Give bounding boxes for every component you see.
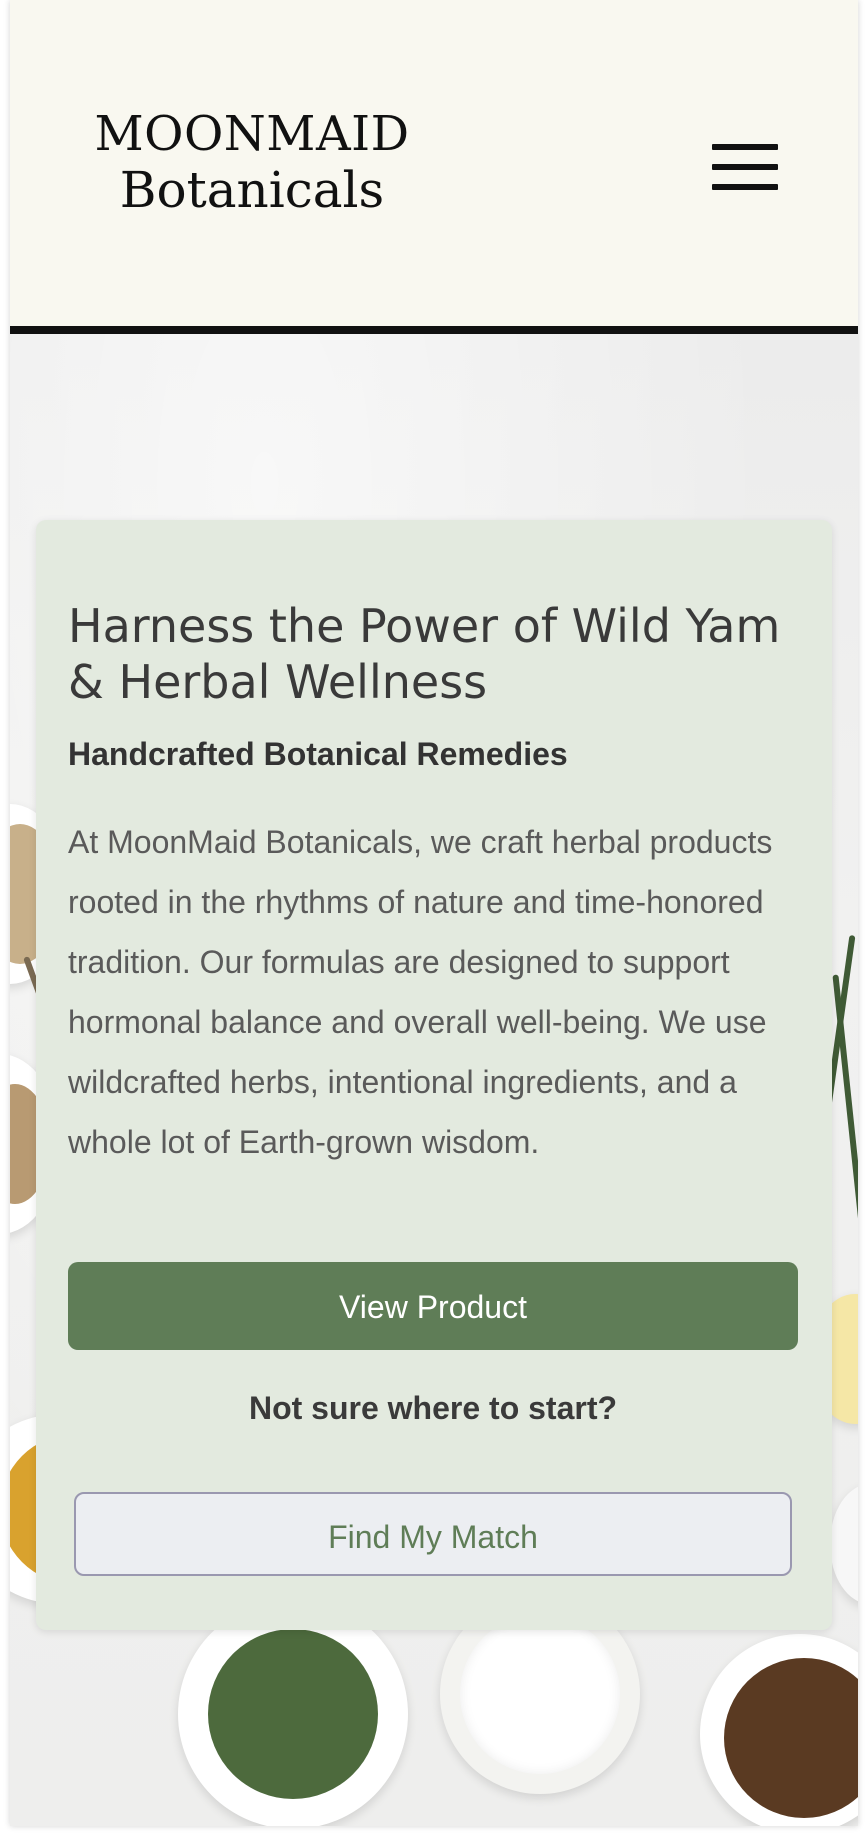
hero-title: Harness the Power of Wild Yam & Herbal W… — [68, 599, 781, 709]
herb-bowl-image — [178, 1599, 408, 1826]
rosemary-sprig-image — [832, 974, 858, 1234]
logo-line-1: MOONMAID — [94, 106, 410, 162]
logo-line-2: Botanicals — [119, 160, 385, 219]
herb-bowl-image — [700, 1634, 858, 1826]
herb-bowl-image — [830, 1484, 858, 1604]
find-my-match-button[interactable]: Find My Match — [74, 1492, 792, 1576]
view-product-button[interactable]: View Product — [68, 1262, 798, 1350]
hero-description: At MoonMaid Botanicals, we craft herbal … — [68, 824, 773, 1160]
page: MOONMAID Botanicals Harness the Power of… — [10, 0, 858, 1826]
site-header: MOONMAID Botanicals — [10, 0, 858, 334]
hero-card: Harness the Power of Wild Yam & Herbal W… — [36, 520, 832, 1630]
menu-bar — [712, 164, 778, 170]
site-logo[interactable]: MOONMAID Botanicals — [82, 106, 422, 219]
menu-bar — [712, 184, 778, 190]
hamburger-menu-icon[interactable] — [712, 144, 778, 190]
hero-subtitle: Handcrafted Botanical Remedies — [68, 736, 568, 772]
start-prompt: Not sure where to start? — [248, 1390, 618, 1426]
menu-bar — [712, 144, 778, 150]
